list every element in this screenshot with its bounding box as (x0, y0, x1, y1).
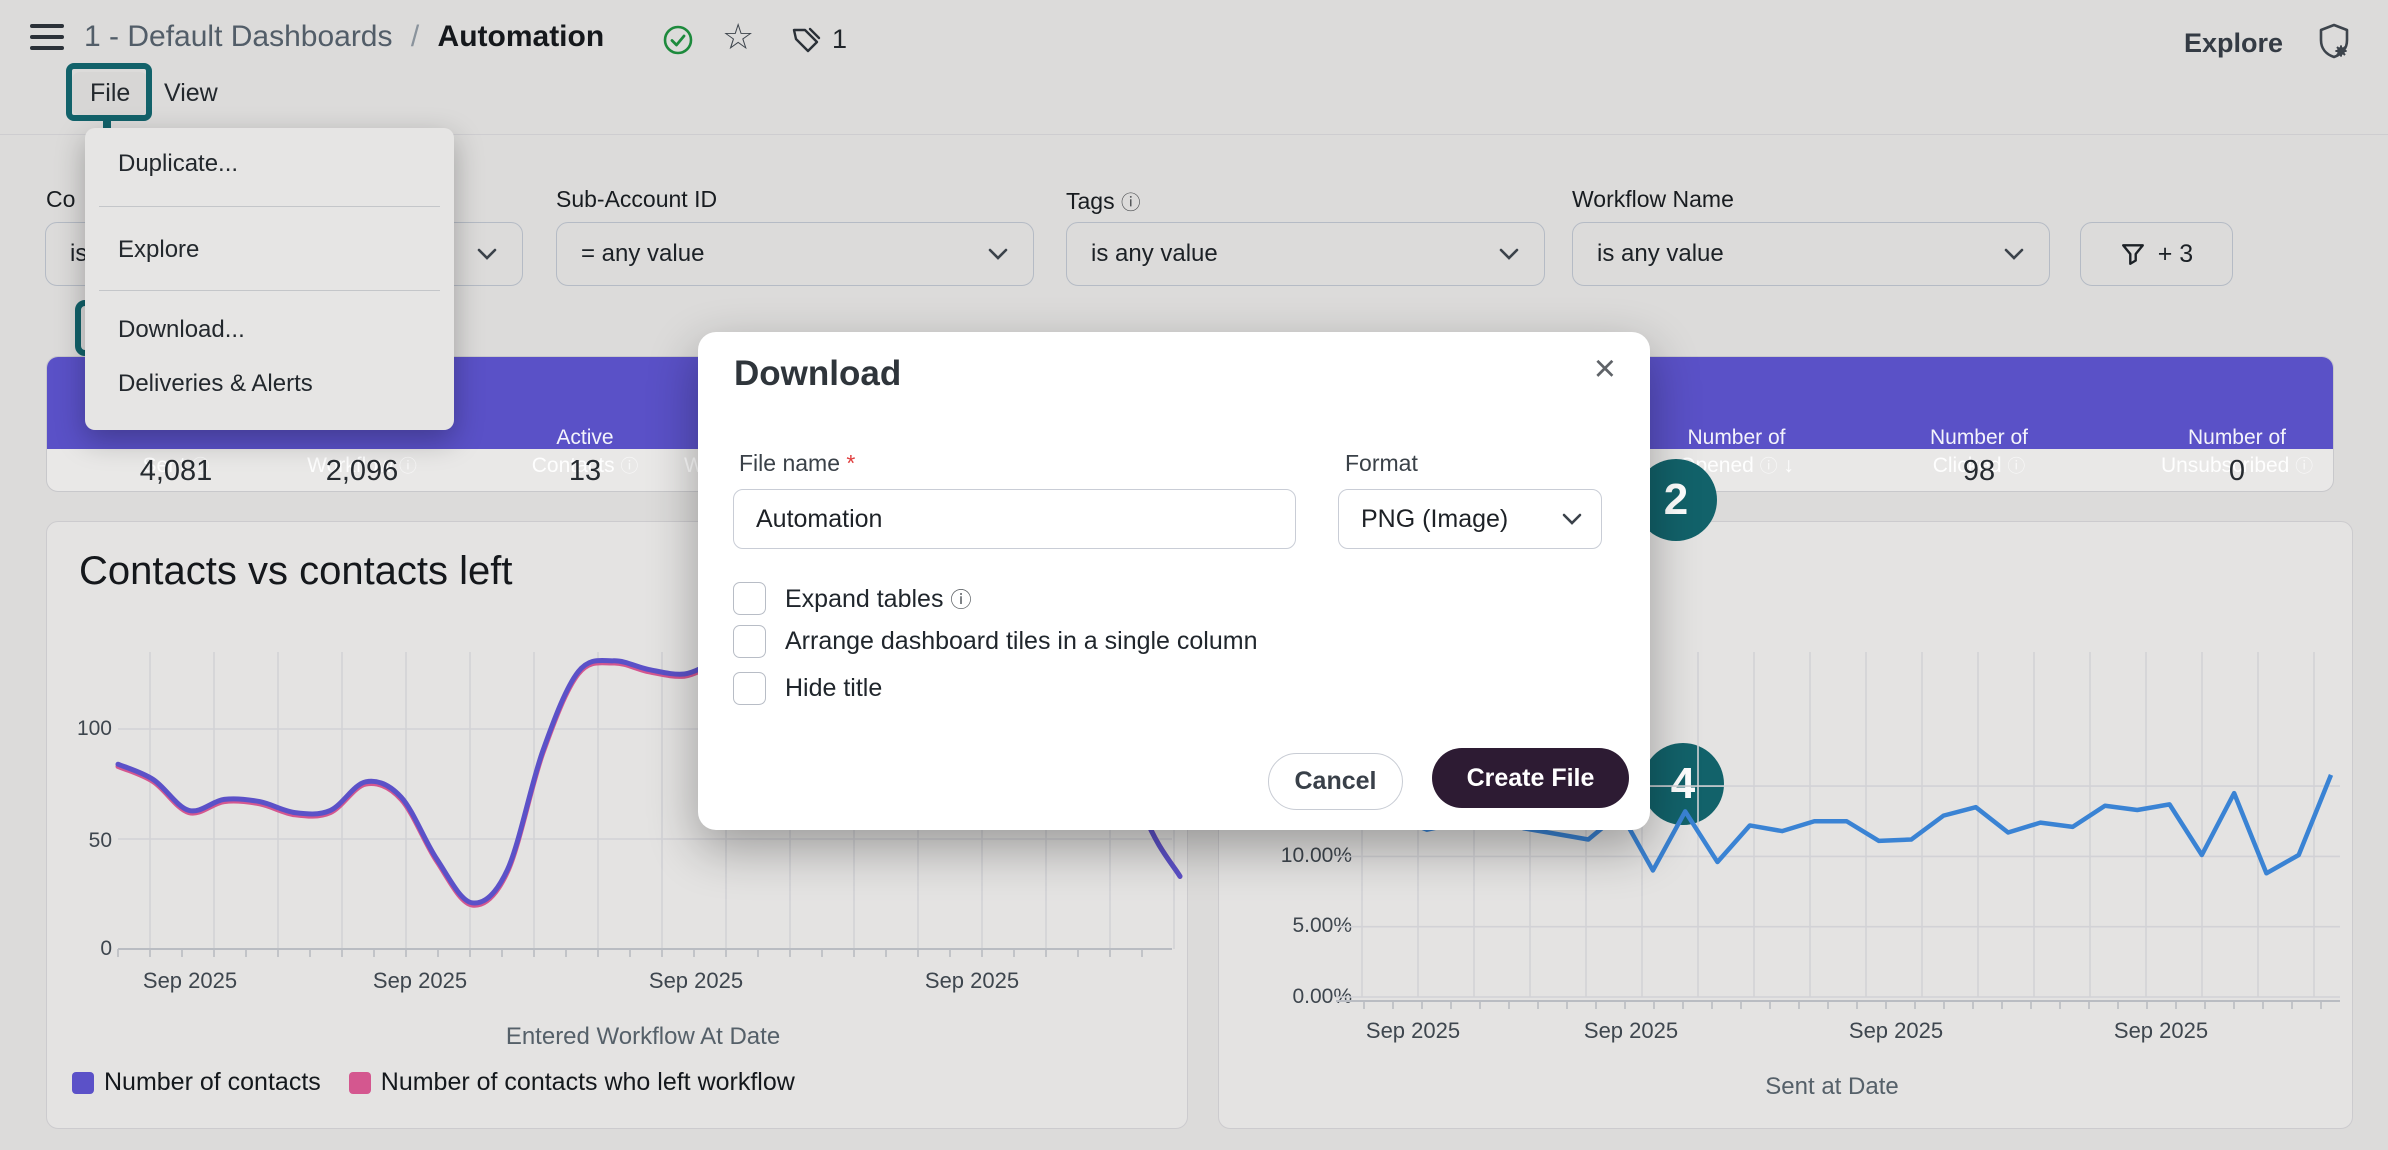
expand-tables-checkbox[interactable] (733, 582, 766, 615)
filter2-label: Sub-Account ID (556, 186, 717, 213)
checkbox-row-expand-tables: Expand tables ⓘ (733, 581, 972, 615)
menubar-view[interactable]: View (164, 79, 218, 108)
breadcrumb-separator: / (411, 20, 419, 53)
right-chart-y-tick: 5.00% (1252, 914, 1352, 938)
menu-item-explore[interactable]: Explore (85, 236, 454, 264)
right-chart-y-tick: 10.00% (1252, 844, 1352, 868)
table-cell-workflow: 2,096 (259, 449, 465, 492)
right-chart-x-tick: Sep 2025 (2101, 1018, 2221, 1044)
filter3-value: is any value (1091, 240, 1498, 268)
filter4-value: is any value (1597, 240, 2003, 268)
right-chart-x-tick: Sep 2025 (1353, 1018, 1473, 1044)
left-chart-title: Contacts vs contacts left (79, 549, 513, 594)
left-chart-legend: Number of contacts Number of contacts wh… (72, 1068, 795, 1097)
left-chart-y-tick: 50 (40, 829, 112, 853)
legend-item-contacts[interactable]: Number of contacts (72, 1068, 321, 1097)
more-filters-count: + 3 (2158, 240, 2193, 269)
hide-title-checkbox[interactable] (733, 672, 766, 705)
menu-item-deliveries-alerts[interactable]: Deliveries & Alerts (85, 370, 454, 398)
menu-item-download[interactable]: Download... (85, 316, 454, 344)
left-chart-y-tick: 100 (40, 717, 112, 741)
checkbox-row-single-column: Arrange dashboard tiles in a single colu… (733, 624, 1258, 658)
breadcrumb: 1 - Default Dashboards / Automation (84, 20, 604, 54)
filter-funnel-icon (2120, 241, 2146, 267)
format-value: PNG (Image) (1361, 505, 1561, 534)
table-cell-number-of-unsubscribed: 0 (2137, 449, 2334, 492)
right-chart-x-tick: Sep 2025 (1836, 1018, 1956, 1044)
create-file-button[interactable]: Create File (1432, 748, 1629, 808)
right-chart-x-tick: Sep 2025 (1571, 1018, 1691, 1044)
explore-link[interactable]: Explore (2184, 28, 2283, 59)
single-column-checkbox[interactable] (733, 625, 766, 658)
hamburger-menu-icon[interactable] (30, 24, 64, 50)
format-select[interactable]: PNG (Image) (1338, 489, 1602, 549)
chevron-down-icon (987, 247, 1009, 261)
table-cell-number-of-clicked: 98 (1879, 449, 2079, 492)
tag-count: 1 (832, 24, 847, 55)
table-cell-active-contacts: 13 (485, 449, 685, 492)
menu-separator (99, 206, 440, 207)
chevron-down-icon (476, 247, 498, 261)
breadcrumb-current: Automation (438, 20, 605, 53)
chevron-down-icon (1498, 247, 1520, 261)
filter1-label: Co (46, 186, 75, 213)
file-name-label: File name * (739, 450, 855, 477)
right-chart-x-axis-title: Sent at Date (1765, 1073, 1898, 1101)
left-chart-x-tick: Sep 2025 (360, 968, 480, 994)
left-chart-y-tick: 0 (40, 937, 112, 961)
tag-icon[interactable] (790, 24, 822, 56)
menu-separator (99, 290, 440, 291)
breadcrumb-folder[interactable]: 1 - Default Dashboards (84, 20, 393, 53)
table-cell-number-of-opened (1637, 449, 1837, 492)
menubar-file[interactable]: File (72, 72, 148, 115)
table-cell-sent: 4,081 (93, 449, 259, 492)
download-modal: Download × File name * Format PNG (Image… (698, 332, 1650, 830)
menu-item-duplicate[interactable]: Duplicate... (85, 150, 454, 178)
left-chart-x-tick: Sep 2025 (912, 968, 1032, 994)
dashboard-page: 1 - Default Dashboards / Automation ☆ 1 … (0, 0, 2388, 1150)
chevron-down-icon (2003, 247, 2025, 261)
more-filters-button[interactable]: + 3 (2080, 222, 2233, 286)
filter2-value: = any value (581, 240, 987, 268)
chevron-down-icon (1561, 512, 1583, 526)
info-icon: ⓘ (1121, 192, 1141, 214)
validated-check-icon (662, 24, 694, 56)
left-chart-x-axis-title: Entered Workflow At Date (506, 1023, 780, 1051)
left-chart-x-tick: Sep 2025 (130, 968, 250, 994)
info-icon: ⓘ (950, 588, 971, 612)
single-column-label: Arrange dashboard tiles in a single colu… (785, 627, 1258, 656)
filter3-label: Tags ⓘ (1066, 186, 1141, 215)
cancel-button[interactable]: Cancel (1268, 753, 1403, 810)
filter4-dropdown[interactable]: is any value (1572, 222, 2050, 286)
modal-title: Download (734, 354, 901, 394)
file-name-input[interactable] (733, 489, 1296, 549)
required-asterisk: * (846, 450, 855, 476)
right-chart-y-tick: 0.00% (1252, 985, 1352, 1009)
format-label: Format (1345, 450, 1418, 477)
close-icon[interactable]: × (1594, 350, 1616, 388)
legend-swatch-purple (72, 1072, 94, 1094)
filter4-label: Workflow Name (1572, 186, 1734, 213)
shield-settings-icon[interactable] (2316, 22, 2352, 60)
legend-item-left-workflow[interactable]: Number of contacts who left workflow (349, 1068, 795, 1097)
legend-swatch-pink (349, 1072, 371, 1094)
checkbox-row-hide-title: Hide title (733, 671, 882, 705)
filter2-dropdown[interactable]: = any value (556, 222, 1034, 286)
file-menu: Duplicate... Explore Download... Deliver… (85, 128, 454, 430)
hide-title-label: Hide title (785, 674, 882, 703)
left-chart-x-tick: Sep 2025 (636, 968, 756, 994)
filter3-dropdown[interactable]: is any value (1066, 222, 1545, 286)
expand-tables-label: Expand tables ⓘ (785, 583, 972, 614)
favorite-star-icon[interactable]: ☆ (722, 22, 754, 52)
